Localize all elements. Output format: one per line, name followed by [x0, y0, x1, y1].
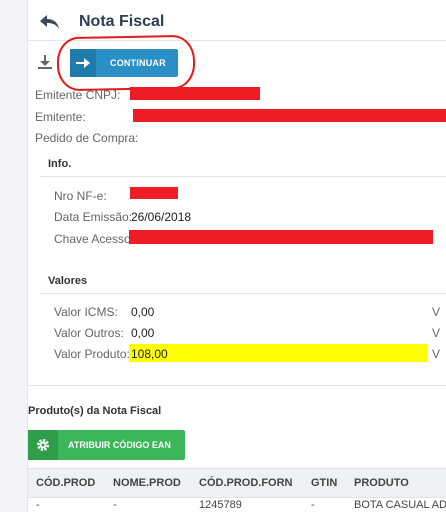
- redacted-emitente: [133, 109, 446, 122]
- data-emissao-label: Data Emissão:: [54, 210, 133, 224]
- table-cell: -: [113, 499, 117, 511]
- column-header[interactable]: GTIN: [311, 477, 337, 489]
- table-cell: -: [311, 499, 315, 511]
- valores-section-title: Valores: [48, 275, 88, 287]
- column-header[interactable]: CÓD.PROD: [36, 477, 95, 489]
- valores-right-label-1: V: [432, 305, 441, 319]
- highlight-valor-produto: [129, 344, 427, 362]
- column-header[interactable]: PRODUTO: [354, 477, 409, 489]
- table-cell: BOTA CASUAL AD: [354, 499, 446, 511]
- download-icon[interactable]: [38, 54, 52, 70]
- redacted-chave-acesso: [129, 230, 433, 244]
- table-cell: -: [36, 499, 40, 511]
- valor-outros-label: Valor Outros:: [54, 326, 124, 340]
- valor-produto-value: 108,00: [131, 347, 168, 361]
- info-section-title: Info.: [48, 158, 72, 170]
- produtos-section-title: Produto(s) da Nota Fiscal: [28, 405, 162, 417]
- page-title: Nota Fiscal: [79, 13, 165, 30]
- atribuir-ean-button[interactable]: ATRIBUIR CÓDIGO EAN: [28, 430, 185, 460]
- info-divider: [40, 176, 446, 177]
- valor-icms-label: Valor ICMS:: [54, 305, 118, 319]
- valores-bottom-divider: [28, 385, 446, 386]
- table-cell: 1245789: [199, 499, 242, 511]
- valores-divider: [40, 293, 446, 294]
- emitente-cnpj-label: Emitente CNPJ:: [35, 88, 121, 102]
- pedido-compra-label: Pedido de Compra:: [35, 131, 139, 145]
- column-header[interactable]: CÓD.PROD.FORN: [199, 477, 293, 489]
- redacted-cnpj: [130, 87, 260, 100]
- redacted-nro-nfe: [130, 187, 178, 199]
- nro-nfe-label: Nro NF-e:: [54, 189, 107, 203]
- products-table-header: CÓD.PROD NOME.PROD CÓD.PROD.FORN GTIN PR…: [28, 468, 446, 498]
- gear-icon: [28, 430, 58, 460]
- chave-acesso-label: Chave Acesso:: [54, 232, 135, 246]
- valores-right-label-3: V: [432, 347, 441, 361]
- emitente-label: Emitente:: [35, 110, 86, 124]
- valores-right-label-2: V: [432, 326, 441, 340]
- valor-outros-value: 0,00: [131, 326, 155, 340]
- data-emissao-value: 26/06/2018: [131, 210, 192, 224]
- valor-produto-label: Valor Produto:: [54, 347, 130, 361]
- atribuir-ean-label: ATRIBUIR CÓDIGO EAN: [68, 440, 171, 450]
- annotation-circle: [56, 34, 196, 92]
- column-header[interactable]: NOME.PROD: [113, 477, 181, 489]
- back-arrow-icon[interactable]: [38, 12, 62, 34]
- valor-icms-value: 0,00: [131, 305, 155, 319]
